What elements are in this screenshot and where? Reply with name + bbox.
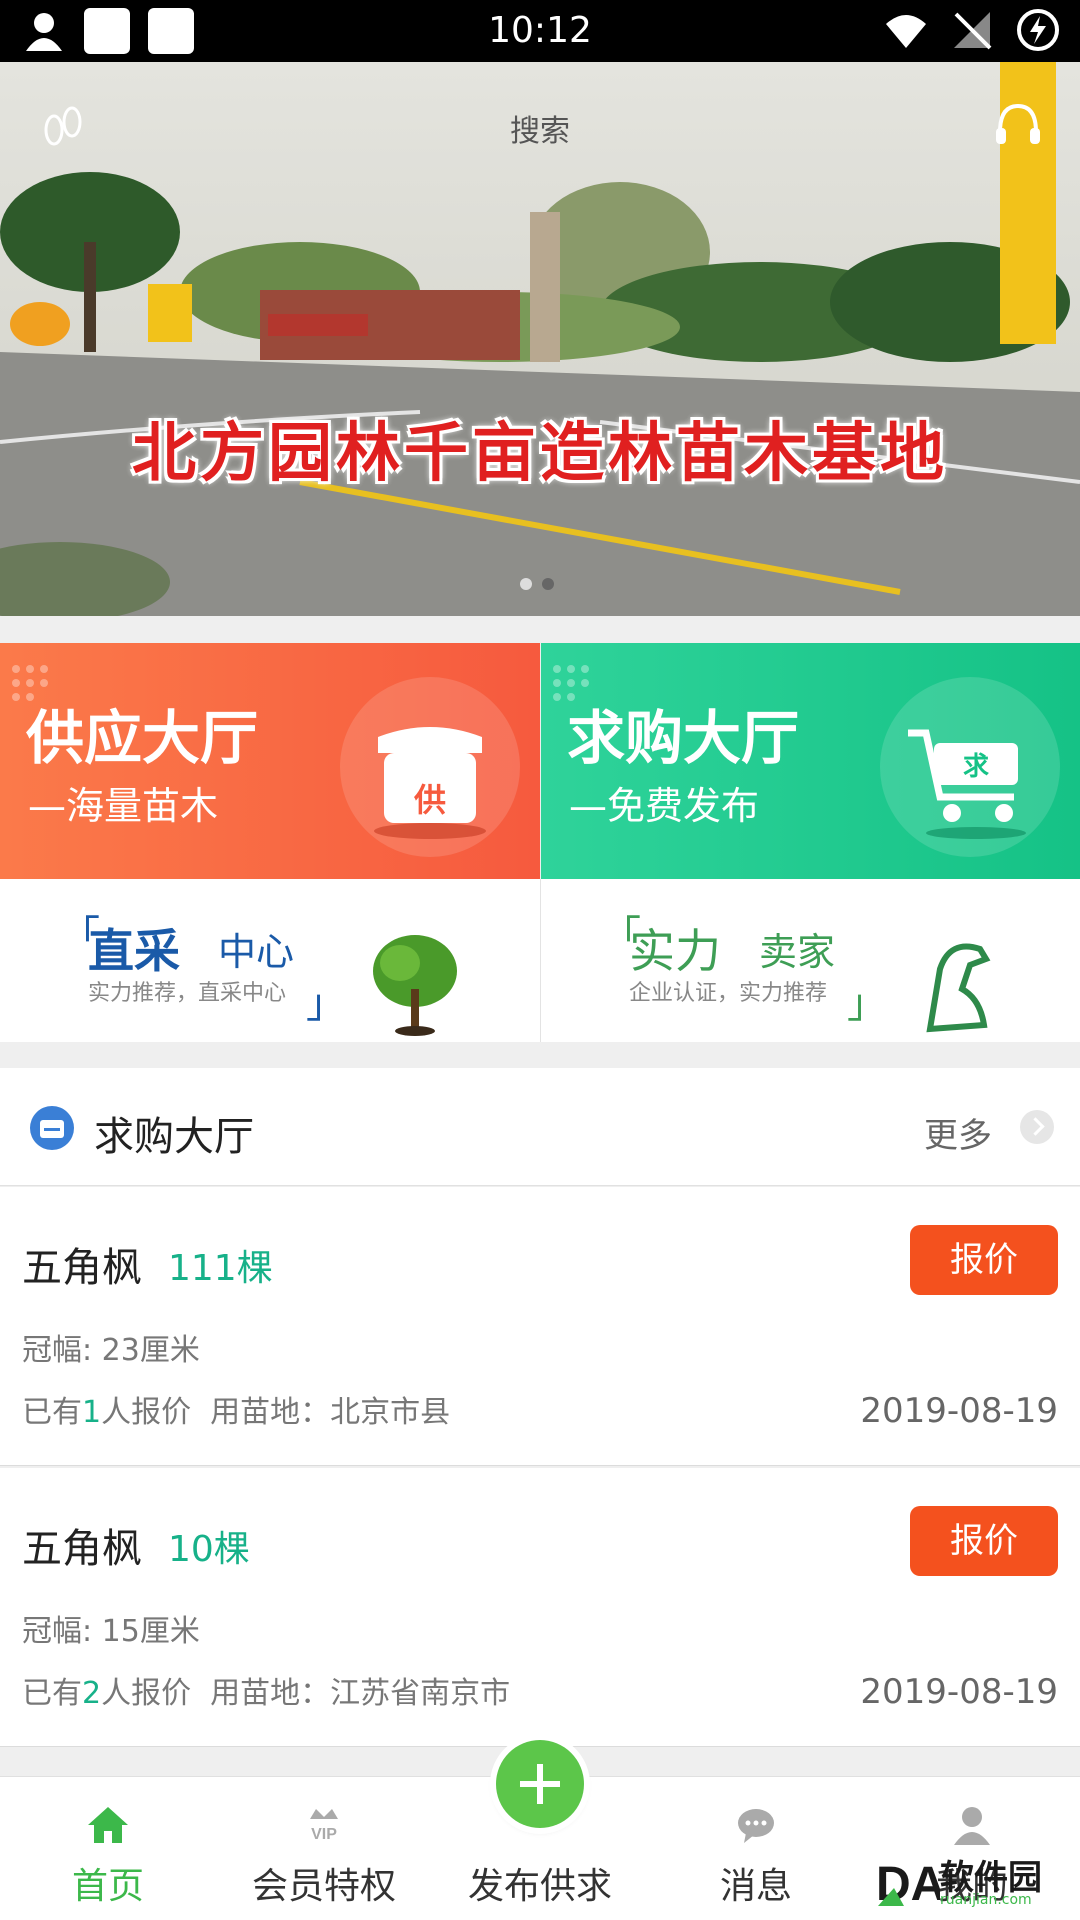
nav-label: 消息: [719, 1866, 792, 1907]
nav-label: 发布供求: [467, 1866, 612, 1907]
feature-tiles: 「 直采 中心 实力推荐，直采中心 」 「 实力 卖家 企业认证，实力推荐 」: [0, 879, 1080, 1042]
headset-icon[interactable]: [990, 98, 1046, 154]
feature-subtitle: 企业认证，实力推荐: [629, 981, 828, 1006]
strong-seller-tile[interactable]: 「 实力 卖家 企业认证，实力推荐 」: [540, 879, 1080, 1042]
app-screen: 10:12 搜索 北方园林千亩造林苗木基地 供应大厅 —海量苗木 供 求购大厅 …: [0, 0, 1080, 1920]
status-right-icons: [884, 8, 1060, 52]
watermark-mark-icon: DA: [876, 1858, 945, 1911]
chevron-right-icon[interactable]: [1020, 1110, 1054, 1144]
feature-main-text-2: 卖家: [759, 930, 836, 974]
shopping-cart-icon: 求: [908, 729, 1026, 839]
nav-label: 会员特权: [251, 1866, 396, 1907]
purchase-hall-subtitle: —免费发布: [569, 784, 760, 828]
item-crown-width: 冠幅: 15厘米: [22, 1614, 200, 1649]
item-offers: 已有2人报价 用苗地：江苏省南京市: [22, 1676, 511, 1711]
search-label[interactable]: 搜索: [0, 106, 1080, 150]
nav-vip[interactable]: VIP 会员特权: [216, 1777, 432, 1920]
purchase-hall-title: 求购大厅: [567, 704, 800, 772]
item-quantity: 111棵: [168, 1248, 273, 1289]
nav-label: 首页: [71, 1866, 144, 1907]
watermark-logo: DA 软件园 ruanjian.com: [874, 1848, 1074, 1914]
item-date: 2019-08-19: [860, 1391, 1058, 1431]
carousel-dot-active[interactable]: [542, 578, 554, 590]
item-crown-width: 冠幅: 23厘米: [22, 1333, 200, 1368]
vip-icon: VIP: [310, 1809, 338, 1843]
banner-carousel[interactable]: 搜索 北方园林千亩造林苗木基地: [0, 62, 1080, 616]
bracket-right: 」: [306, 981, 346, 1027]
direct-purchase-center-tile[interactable]: 「 直采 中心 实力推荐，直采中心 」: [0, 879, 540, 1042]
feature-subtitle: 实力推荐，直采中心: [88, 981, 287, 1006]
flexed-arm-icon: [926, 943, 991, 1033]
svg-text:VIP: VIP: [311, 1826, 337, 1843]
feature-main-text: 直采: [88, 924, 180, 978]
watermark-subtext: ruanjian.com: [940, 1892, 1032, 1908]
wifi-icon: [886, 15, 926, 48]
carousel-indicator: [520, 578, 554, 590]
supply-badge: 供: [414, 781, 446, 819]
nav-home[interactable]: 首页: [0, 1777, 216, 1920]
purchase-badge: 求: [963, 752, 989, 782]
feature-main-text-2: 中心: [218, 930, 295, 974]
list-item[interactable]: 五角枫 10棵 冠幅: 15厘米 已有2人报价 用苗地：江苏省南京市 2019-…: [0, 1468, 1080, 1747]
publish-plus-button[interactable]: [496, 1740, 584, 1828]
item-offers: 已有1人报价 用苗地：北京市县: [22, 1395, 451, 1430]
list-item[interactable]: 五角枫 111棵 冠幅: 23厘米 已有1人报价 用苗地：北京市县 2019-0…: [0, 1187, 1080, 1466]
item-name: 五角枫: [22, 1526, 142, 1572]
carousel-dot[interactable]: [520, 578, 532, 590]
quote-button[interactable]: 报价: [910, 1225, 1058, 1295]
supply-hall-subtitle: —海量苗木: [28, 784, 219, 828]
no-signal-icon: [954, 12, 992, 50]
feature-main-text: 实力: [629, 924, 721, 978]
more-link[interactable]: 更多: [924, 1108, 992, 1157]
nav-messages[interactable]: 消息: [648, 1777, 864, 1920]
item-quantity: 10棵: [168, 1529, 250, 1570]
quote-button[interactable]: 报价: [910, 1506, 1058, 1576]
purchase-section-header: 求购大厅 更多: [0, 1068, 1080, 1186]
purchase-hall-icon: [30, 1106, 74, 1150]
section-title: 求购大厅: [94, 1114, 254, 1160]
home-icon: [88, 1807, 128, 1843]
shop-icon: 供: [374, 727, 486, 839]
bracket-right: 」: [847, 981, 887, 1027]
supply-hall-button[interactable]: 供应大厅 —海量苗木 供: [0, 643, 540, 879]
status-bar: 10:12: [0, 0, 1080, 62]
item-name: 五角枫: [22, 1245, 142, 1291]
item-date: 2019-08-19: [860, 1672, 1058, 1712]
tree-icon: [373, 935, 457, 1036]
battery-charging-icon: [1017, 9, 1059, 51]
supply-hall-title: 供应大厅: [26, 704, 259, 772]
hall-buttons: 供应大厅 —海量苗木 供 求购大厅 —免费发布 求: [0, 643, 1080, 879]
user-icon: [954, 1807, 990, 1845]
purchase-hall-button[interactable]: 求购大厅 —免费发布 求: [541, 643, 1080, 879]
chat-icon: [738, 1809, 774, 1843]
banner-title: 北方园林千亩造林苗木基地: [132, 417, 948, 491]
